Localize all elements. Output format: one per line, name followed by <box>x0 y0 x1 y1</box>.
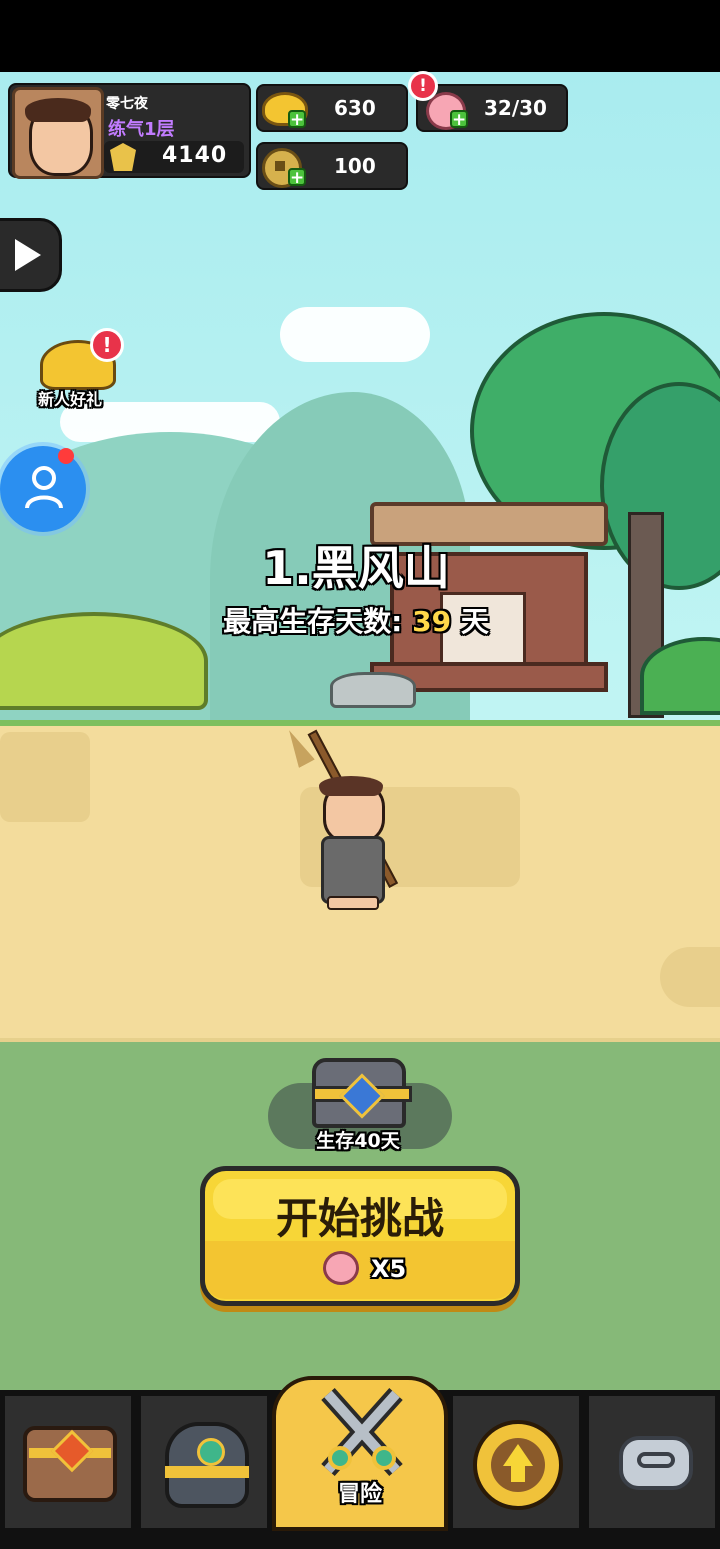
upgrade-arrow-icon <box>473 1420 563 1510</box>
nav-tab-treasure[interactable] <box>2 1393 134 1531</box>
gold-value: 630 <box>334 96 376 120</box>
newbie-gift-button[interactable]: ! 新人好礼 <box>34 328 124 412</box>
player-name: 零七夜 <box>106 96 148 112</box>
alert-badge-icon: ! <box>408 71 438 101</box>
game-scene <box>0 72 720 1549</box>
start-cost: X5 <box>371 1255 407 1283</box>
status-bar-area <box>0 0 720 72</box>
sword-emblem-icon <box>110 143 136 171</box>
play-button[interactable] <box>0 218 62 292</box>
play-icon <box>15 239 41 271</box>
nav-tab-equipment[interactable] <box>138 1393 270 1531</box>
nav-tab-upgrade[interactable] <box>450 1393 582 1531</box>
dirt-patch <box>660 947 720 1007</box>
add-peach-icon[interactable]: + <box>450 110 468 129</box>
coin-value: 100 <box>334 154 376 178</box>
power-value: 4140 <box>162 143 228 168</box>
profile-button[interactable] <box>0 446 86 532</box>
notification-dot <box>58 448 74 464</box>
player-card[interactable]: 零七夜 练气1层 4140 <box>8 83 251 179</box>
nav-tab-adventure[interactable]: 冒险 <box>272 1376 448 1531</box>
peach-value: 32/30 <box>484 96 547 120</box>
start-challenge-label: 开始挑战 <box>275 1194 444 1243</box>
treasure-chest-icon <box>23 1426 117 1502</box>
gold-counter[interactable]: + 630 <box>256 84 408 132</box>
add-coin-icon[interactable]: + <box>288 168 306 187</box>
crossed-swords-icon <box>321 1387 403 1477</box>
rock <box>330 672 416 708</box>
peach-icon <box>323 1251 359 1285</box>
cloud <box>280 307 430 362</box>
user-icon <box>25 466 63 509</box>
helmet-icon <box>165 1422 249 1508</box>
hero-character <box>285 732 405 912</box>
player-realm: 练气1层 <box>108 119 175 140</box>
best-survival-label: 最高生存天数: <box>223 605 403 638</box>
start-challenge-button[interactable]: 开始挑战 X5 <box>200 1166 520 1306</box>
coin-counter[interactable]: + 100 <box>256 142 408 190</box>
power-box: 4140 <box>104 141 244 173</box>
reward-chest[interactable] <box>310 1056 412 1132</box>
avatar[interactable] <box>12 87 104 179</box>
reward-label: 生存40天 <box>316 1130 400 1152</box>
best-survival-days: 39 <box>412 605 452 638</box>
peach-counter[interactable]: + 32/30 <box>416 84 568 132</box>
best-survival: 最高生存天数: 39 天 <box>0 600 712 640</box>
newbie-gift-label: 新人好礼 <box>38 390 103 409</box>
alert-badge-icon: ! <box>90 328 124 362</box>
best-survival-unit: 天 <box>460 605 489 638</box>
stage-title: 1.黑风山 <box>262 541 450 595</box>
dirt-patch <box>0 732 90 822</box>
nav-tab-adventure-label: 冒险 <box>337 1482 382 1507</box>
add-gold-icon[interactable]: + <box>288 110 306 129</box>
nav-tab-more[interactable] <box>586 1393 718 1531</box>
cloud-emblem-icon <box>619 1436 693 1490</box>
